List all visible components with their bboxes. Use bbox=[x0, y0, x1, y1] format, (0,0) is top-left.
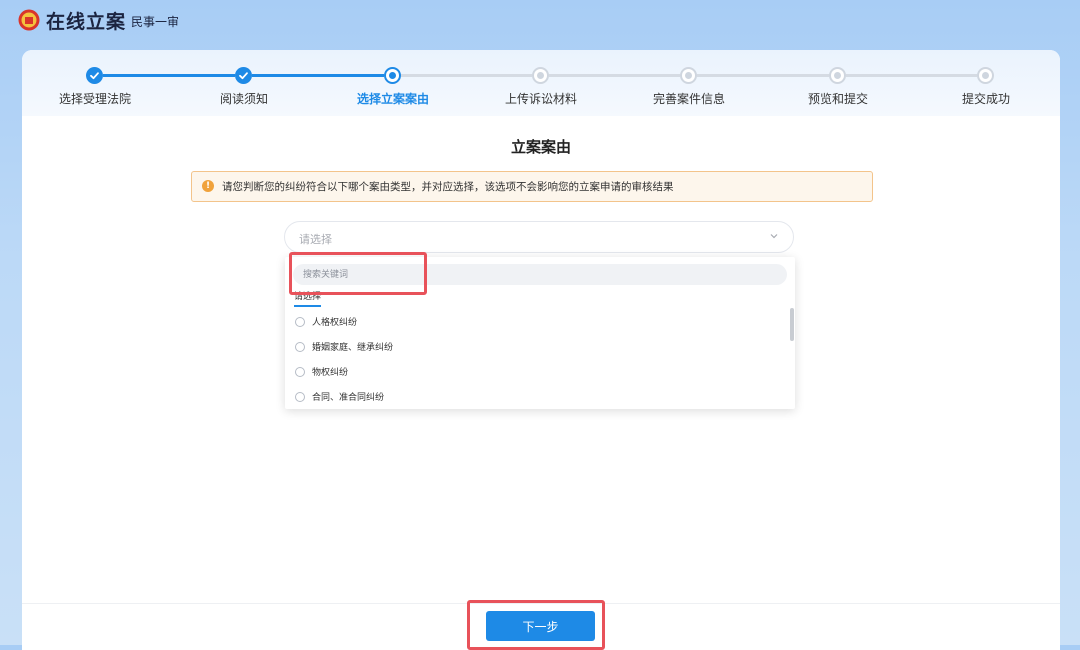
step-connector bbox=[697, 74, 829, 77]
step-label-notice: 阅读须知 bbox=[219, 92, 269, 106]
step-label-upload: 上传诉讼材料 bbox=[504, 92, 578, 106]
radio-icon[interactable] bbox=[295, 392, 305, 402]
radio-icon[interactable] bbox=[295, 342, 305, 352]
chevron-down-icon bbox=[770, 234, 778, 239]
step-connector bbox=[401, 74, 532, 77]
step-connector bbox=[103, 74, 235, 77]
step-check-icon bbox=[235, 67, 252, 84]
step-label-success: 提交成功 bbox=[961, 92, 1011, 106]
step-connector bbox=[549, 74, 680, 77]
warning-icon: ! bbox=[202, 180, 214, 192]
option-label: 物权纠纷 bbox=[312, 368, 349, 378]
next-highlight-box bbox=[467, 600, 605, 650]
radio-icon[interactable] bbox=[295, 317, 305, 327]
notice-text: 请您判断您的纠纷符合以下哪个案由类型，并对应选择，该选项不会影响您的立案申请的审… bbox=[222, 181, 674, 193]
step-pending-icon bbox=[977, 67, 994, 84]
app-title: 在线立案 bbox=[46, 11, 127, 33]
option-label: 人格权纠纷 bbox=[312, 318, 358, 328]
step-check-icon bbox=[86, 67, 103, 84]
step-label-court: 选择受理法院 bbox=[58, 92, 132, 106]
step-pending-icon bbox=[680, 67, 697, 84]
step-connector bbox=[846, 74, 977, 77]
radio-icon[interactable] bbox=[295, 367, 305, 377]
step-label-case-info: 完善案件信息 bbox=[652, 92, 726, 106]
step-pending-icon bbox=[829, 67, 846, 84]
step-connector bbox=[252, 74, 384, 77]
dropdown-scrollbar[interactable] bbox=[790, 308, 794, 341]
court-emblem-icon bbox=[18, 9, 40, 31]
option-label: 合同、准合同纠纷 bbox=[312, 393, 385, 403]
step-label-cause: 选择立案案由 bbox=[356, 92, 430, 106]
step-label-preview: 预览和提交 bbox=[807, 92, 869, 106]
select-placeholder: 请选择 bbox=[299, 233, 332, 246]
step-progress: 选择受理法院 阅读须知 选择立案案由 上传诉讼材料 完善案件信息 预览和提交 提… bbox=[22, 50, 1060, 116]
notice-banner: ! 请您判断您的纠纷符合以下哪个案由类型，并对应选择，该选项不会影响您的立案申请… bbox=[191, 171, 873, 202]
step-current-icon bbox=[384, 67, 401, 84]
case-cause-select[interactable]: 请选择 bbox=[284, 221, 794, 253]
option-label: 婚姻家庭、继承纠纷 bbox=[312, 343, 394, 353]
step-pending-icon bbox=[532, 67, 549, 84]
top-header: 在线立案 民事一审 bbox=[0, 0, 1080, 42]
main-card: 选择受理法院 阅读须知 选择立案案由 上传诉讼材料 完善案件信息 预览和提交 提… bbox=[22, 50, 1060, 650]
section-title: 立案案由 bbox=[510, 138, 571, 156]
app-subtitle: 民事一审 bbox=[131, 15, 180, 29]
search-highlight-box bbox=[289, 252, 427, 295]
